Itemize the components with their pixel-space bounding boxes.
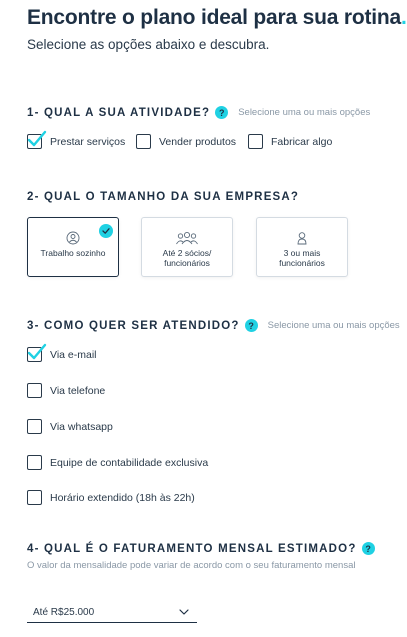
user-outline-icon <box>297 232 307 245</box>
checkbox-label: Via telefone <box>50 384 106 397</box>
checkbox-fabricar-algo[interactable]: Fabricar algo <box>248 134 332 149</box>
page-subtitle: Selecione as opções abaixo e descubra. <box>27 37 270 52</box>
help-icon[interactable]: ? <box>361 542 375 555</box>
section-activity-title: 1- QUAL A SUA ATIVIDADE? ? Selecione uma… <box>27 106 371 119</box>
checkbox-label: Horário extendido (18h às 22h) <box>50 491 195 504</box>
section-hint: Selecione uma ou mais opções <box>238 107 371 118</box>
revenue-select[interactable]: Até R$25.000 <box>27 602 197 623</box>
card-label: Trabalho sozinho <box>40 248 106 258</box>
check-circle-icon <box>99 224 113 238</box>
checkbox-unchecked[interactable] <box>27 419 42 434</box>
checkbox-via-telefone[interactable]: Via telefone <box>27 383 105 398</box>
checkbox-label: Prestar serviços <box>50 135 126 148</box>
checkbox-checked[interactable] <box>27 130 47 149</box>
checkbox-via-email[interactable]: Via e-mail <box>27 343 97 362</box>
chevron-down-icon <box>179 609 189 615</box>
card-label: Até 2 sócios/ funcionários <box>162 248 212 268</box>
section-hint: Selecione uma ou mais opções <box>267 320 400 331</box>
checkmark-icon <box>27 130 47 147</box>
checkbox-unchecked[interactable] <box>27 490 42 505</box>
group-icon <box>176 231 198 245</box>
checkbox-prestar-servicos[interactable]: Prestar serviços <box>27 130 126 149</box>
help-icon[interactable]: ? <box>244 319 258 332</box>
select-value: Até R$25.000 <box>33 606 95 618</box>
checkbox-equipe-exclusiva[interactable]: Equipe de contabilidade exclusiva <box>27 455 208 470</box>
card-trabalho-sozinho[interactable]: Trabalho sozinho <box>27 217 119 277</box>
checkbox-unchecked[interactable] <box>27 455 42 470</box>
section-support-title: 3- COMO QUER SER ATENDIDO? ? Selecione u… <box>27 319 400 332</box>
section-company-size-title: 2- QUAL O TAMANHO DA SUA EMPRESA? <box>27 191 300 203</box>
checkbox-horario-extendido[interactable]: Horário extendido (18h às 22h) <box>27 490 195 505</box>
checkmark-icon <box>27 343 47 360</box>
checkbox-label: Via whatsapp <box>50 420 113 433</box>
checkbox-unchecked[interactable] <box>136 134 151 149</box>
help-icon[interactable]: ? <box>215 106 229 119</box>
checkbox-via-whatsapp[interactable]: Via whatsapp <box>27 419 113 434</box>
card-ate-2-socios[interactable]: Até 2 sócios/ funcionários <box>141 217 233 277</box>
checkbox-label: Vender produtos <box>159 135 237 148</box>
user-icon <box>66 231 80 245</box>
section-hint: O valor da mensalidade pode variar de ac… <box>27 560 356 571</box>
checkbox-label: Equipe de contabilidade exclusiva <box>50 456 209 469</box>
card-label: 3 ou mais funcionários <box>279 248 325 268</box>
checkbox-unchecked[interactable] <box>27 383 42 398</box>
checkbox-unchecked[interactable] <box>248 134 263 149</box>
title-dot: . <box>400 6 407 29</box>
checkbox-checked[interactable] <box>27 343 47 362</box>
section-revenue-title: 4- QUAL É O FATURAMENTO MENSAL ESTIMADO?… <box>27 542 375 555</box>
card-3-ou-mais[interactable]: 3 ou mais funcionários <box>256 217 348 277</box>
checkbox-label: Fabricar algo <box>271 135 333 148</box>
checkbox-vender-produtos[interactable]: Vender produtos <box>136 134 236 149</box>
page-title: Encontre o plano ideal para sua rotina. <box>27 6 407 29</box>
checkbox-label: Via e-mail <box>50 348 97 361</box>
